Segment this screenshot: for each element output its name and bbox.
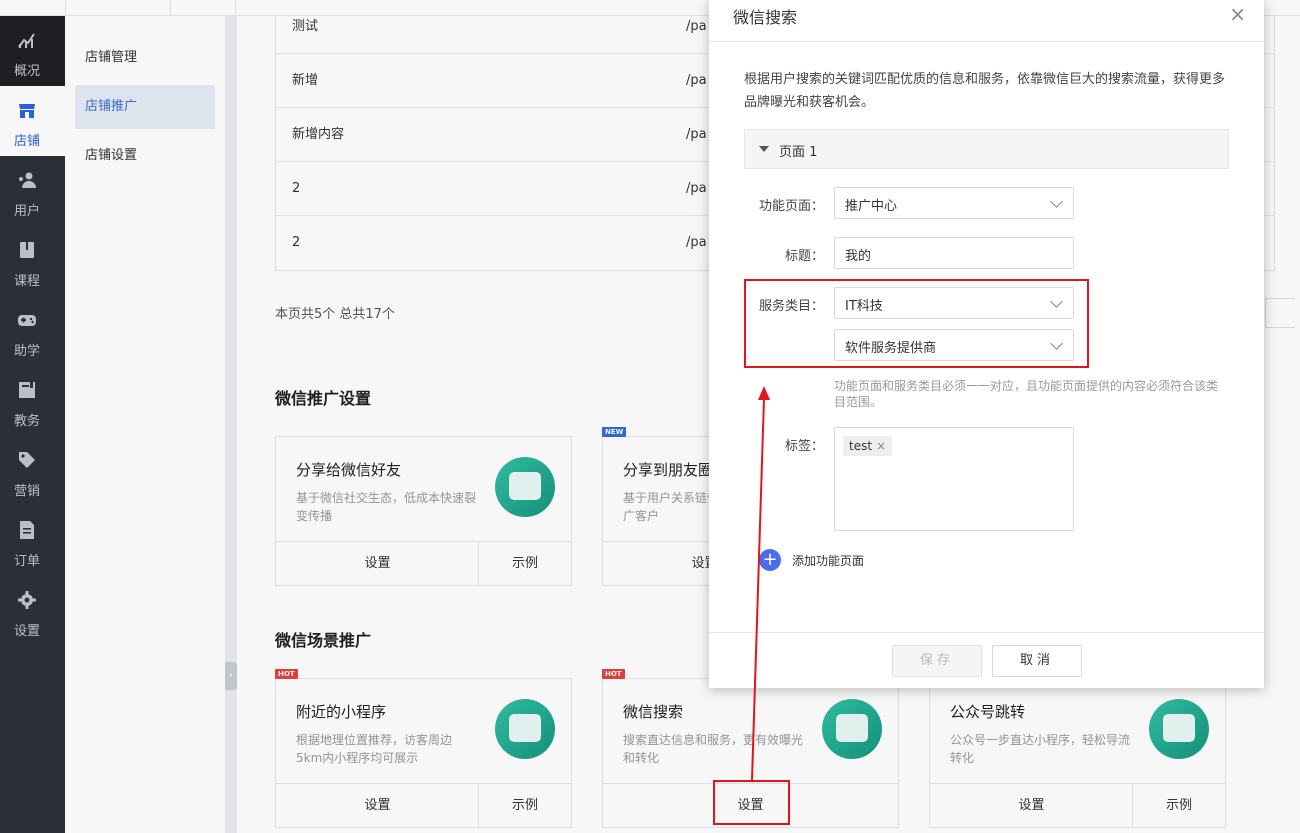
dialog-header: 微信搜索 ×: [709, 0, 1264, 42]
tags-input[interactable]: test ×: [834, 427, 1074, 531]
annotation-highlight-search-setting: [713, 780, 790, 825]
category-hint: 功能页面和服务类目必须一一对应，且功能页面提供的内容必须符合该类目范围。: [834, 379, 1219, 409]
input-value: 我的: [845, 249, 872, 264]
page-panel-label: 页面 1: [779, 145, 818, 160]
dialog-footer: 保存 取消: [709, 632, 1264, 688]
annotation-highlight-service-category: [744, 279, 1089, 368]
tag-remove-icon[interactable]: ×: [876, 439, 886, 453]
title-input[interactable]: 我的: [834, 237, 1074, 269]
add-page-label: 添加功能页面: [792, 554, 865, 568]
dialog-description: 根据用户搜索的关键词匹配优质的信息和服务，依靠微信巨大的搜索流量，获得更多品牌曝…: [744, 72, 1226, 110]
title-label: 标题：: [784, 249, 824, 264]
caret-down-icon: [759, 146, 769, 152]
func-page-select[interactable]: 推广中心: [834, 187, 1074, 219]
cancel-button[interactable]: 取消: [992, 645, 1082, 677]
dialog-title: 微信搜索: [733, 8, 798, 27]
plus-icon: +: [759, 549, 781, 571]
chevron-down-icon: [1050, 195, 1063, 208]
select-value: 推广中心: [845, 199, 898, 214]
save-button[interactable]: 保存: [892, 645, 982, 677]
close-icon[interactable]: ×: [1229, 3, 1246, 25]
page-collapse-panel[interactable]: 页面 1: [744, 129, 1229, 169]
tag-chip: test ×: [843, 436, 893, 456]
tag-text: test: [849, 439, 873, 453]
func-page-label: 功能页面：: [758, 199, 824, 214]
tags-label: 标签：: [784, 439, 824, 454]
